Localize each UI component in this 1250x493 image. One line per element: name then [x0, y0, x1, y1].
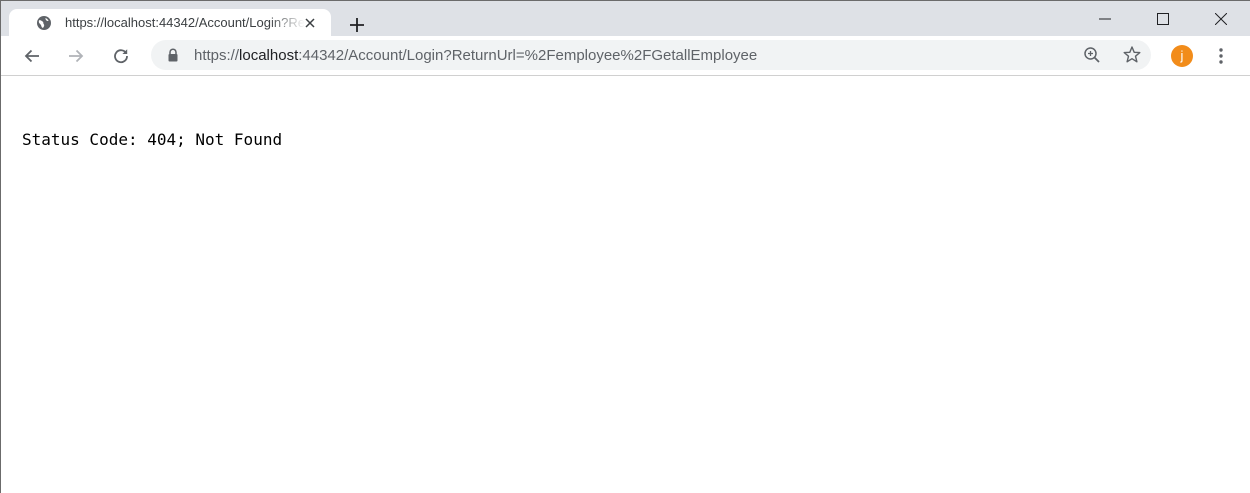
url-host: localhost	[239, 47, 299, 64]
address-bar[interactable]: https://localhost:44342/Account/Login?Re…	[151, 40, 1151, 70]
profile-avatar[interactable]: j	[1171, 45, 1193, 67]
browser-tab[interactable]: https://localhost:44342/Account/Login?Re…	[9, 9, 331, 36]
tab-strip: https://localhost:44342/Account/Login?Re…	[1, 1, 1250, 36]
window-controls	[1076, 1, 1250, 36]
maximize-icon[interactable]	[1134, 1, 1192, 36]
zoom-icon[interactable]	[1083, 46, 1101, 64]
reload-icon[interactable]	[109, 44, 133, 68]
page-content: Status Code: 404; Not Found	[1, 77, 1250, 493]
arrow-left-icon[interactable]	[20, 44, 44, 68]
close-icon[interactable]	[301, 14, 319, 32]
globe-icon	[36, 15, 52, 31]
star-icon[interactable]	[1122, 45, 1142, 65]
plus-icon[interactable]	[345, 13, 369, 37]
arrow-right-icon[interactable]	[64, 44, 88, 68]
tab-title: https://localhost:44342/Account/Login?Re…	[65, 15, 305, 30]
url-scheme: https://	[194, 47, 240, 64]
browser-toolbar: https://localhost:44342/Account/Login?Re…	[1, 36, 1250, 76]
minimize-icon[interactable]	[1076, 1, 1134, 36]
status-message: Status Code: 404; Not Found	[22, 130, 283, 149]
browser-window: https://localhost:44342/Account/Login?Re…	[0, 0, 1250, 493]
lock-icon[interactable]	[166, 48, 180, 62]
url-path: :44342/Account/Login?ReturnUrl=%2Femploy…	[298, 47, 758, 64]
url-text[interactable]: https://localhost:44342/Account/Login?Re…	[194, 47, 757, 64]
kebab-menu-icon[interactable]	[1215, 45, 1227, 67]
close-icon[interactable]	[1192, 1, 1250, 36]
